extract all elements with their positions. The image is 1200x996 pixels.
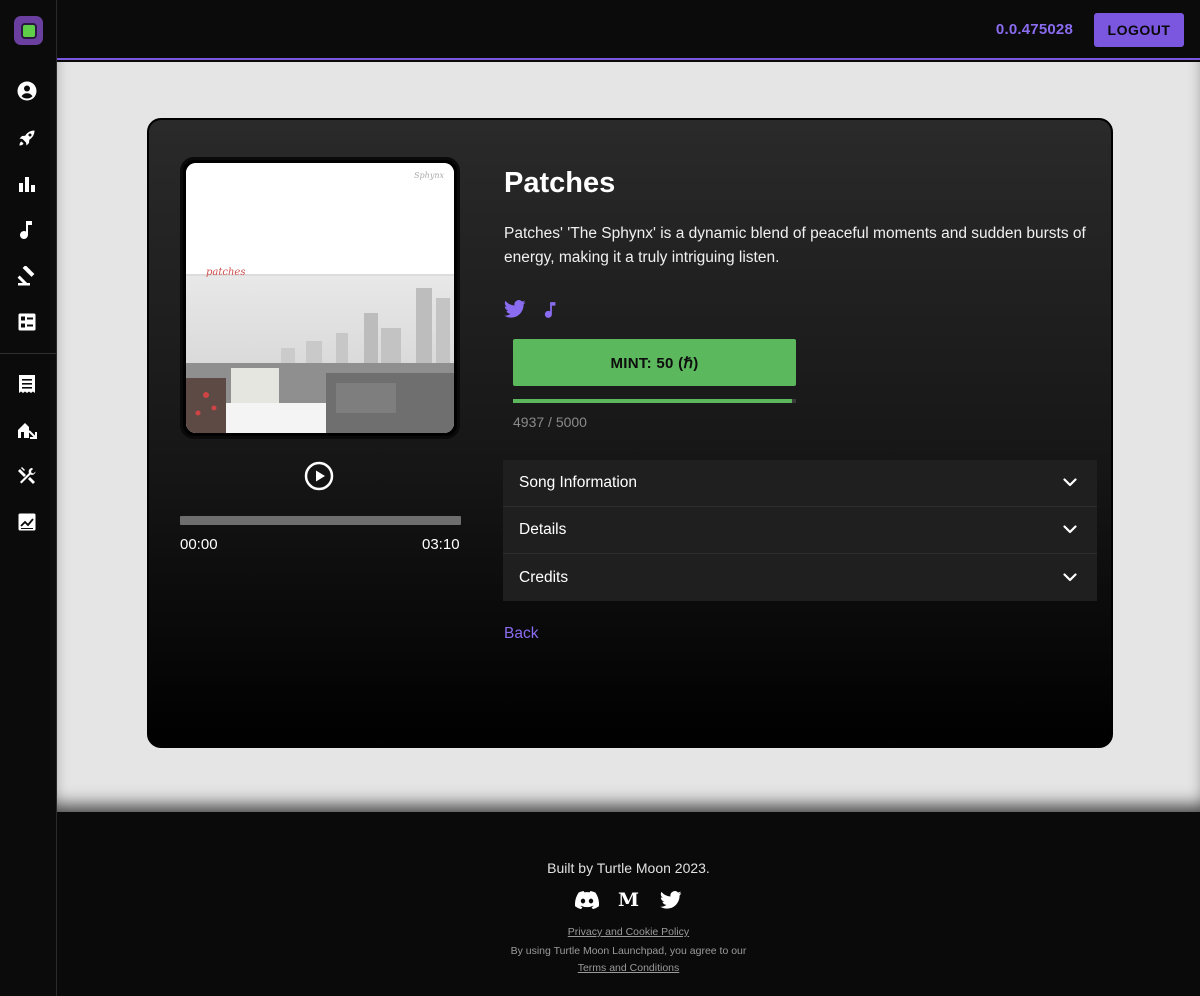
supply-progress-bar xyxy=(513,399,796,403)
accordion-label: Details xyxy=(519,521,567,538)
sidebar-divider xyxy=(0,353,57,354)
song-description: Patches' 'The Sphynx' is a dynamic blend… xyxy=(504,225,1086,266)
app-logo[interactable] xyxy=(14,16,43,45)
footer: Built by Turtle Moon 2023. M Privacy and… xyxy=(57,812,1200,996)
logout-button[interactable]: LOGOUT xyxy=(1094,13,1184,47)
tools-icon[interactable] xyxy=(16,465,38,487)
current-time: 00:00 xyxy=(180,536,218,553)
play-button[interactable] xyxy=(304,461,334,491)
album-art-corner-text: Sphynx xyxy=(414,171,444,180)
trending-chart-icon[interactable] xyxy=(16,511,38,533)
song-title: Patches xyxy=(504,167,616,199)
medium-glyph: M xyxy=(617,889,640,911)
rocket-icon[interactable] xyxy=(16,127,38,149)
chevron-down-icon xyxy=(1063,474,1077,492)
bar-chart-icon[interactable] xyxy=(16,173,38,195)
supply-progress-fill xyxy=(513,399,793,403)
dashboard-list-icon[interactable] xyxy=(16,311,38,333)
chevron-down-icon xyxy=(1063,521,1077,539)
accordion-item-details[interactable]: Details xyxy=(503,507,1097,554)
account-circle-icon[interactable] xyxy=(16,80,38,102)
supply-count: 4937 / 5000 xyxy=(513,414,587,430)
medium-icon[interactable]: M xyxy=(617,890,641,910)
footer-twitter-icon[interactable] xyxy=(659,890,683,910)
wallet-balance: 0.0.475028 xyxy=(995,21,1073,38)
twitter-icon[interactable] xyxy=(504,300,526,320)
album-art: patches Sphynx xyxy=(180,157,460,439)
accordion-label: Song Information xyxy=(519,474,638,491)
song-card: patches Sphynx 00:00 03:10 Patches Patch… xyxy=(147,118,1113,748)
accordion-item-credits[interactable]: Credits xyxy=(503,554,1097,601)
back-link[interactable]: Back xyxy=(504,625,538,643)
main-content: patches Sphynx 00:00 03:10 Patches Patch… xyxy=(57,62,1200,812)
accordion-label: Credits xyxy=(519,568,569,586)
music-note-icon[interactable] xyxy=(16,219,38,241)
receipt-icon[interactable] xyxy=(16,373,38,395)
terms-link[interactable]: Terms and Conditions xyxy=(57,962,1200,974)
gavel-icon[interactable] xyxy=(16,265,38,287)
accordion-item-song-information[interactable]: Song Information xyxy=(503,460,1097,507)
info-accordion: Song Information Details Credits xyxy=(503,460,1097,601)
playback-progress-bar[interactable] xyxy=(180,516,461,525)
total-duration: 03:10 xyxy=(422,536,460,553)
privacy-policy-link[interactable]: Privacy and Cookie Policy xyxy=(57,926,1200,938)
discord-icon[interactable] xyxy=(574,890,599,910)
music-note-link-icon[interactable] xyxy=(544,300,566,320)
terms-notice: By using Turtle Moon Launchpad, you agre… xyxy=(510,945,747,957)
album-art-caption: patches xyxy=(206,267,246,278)
sidebar xyxy=(0,0,57,996)
top-bar: 0.0.475028 LOGOUT xyxy=(57,0,1200,60)
house-arrow-icon[interactable] xyxy=(16,419,38,441)
footer-credit: Built by Turtle Moon 2023. xyxy=(547,860,710,876)
chevron-down-icon xyxy=(1063,569,1077,587)
mint-button[interactable]: MINT: 50 (ℏ) xyxy=(513,339,796,386)
